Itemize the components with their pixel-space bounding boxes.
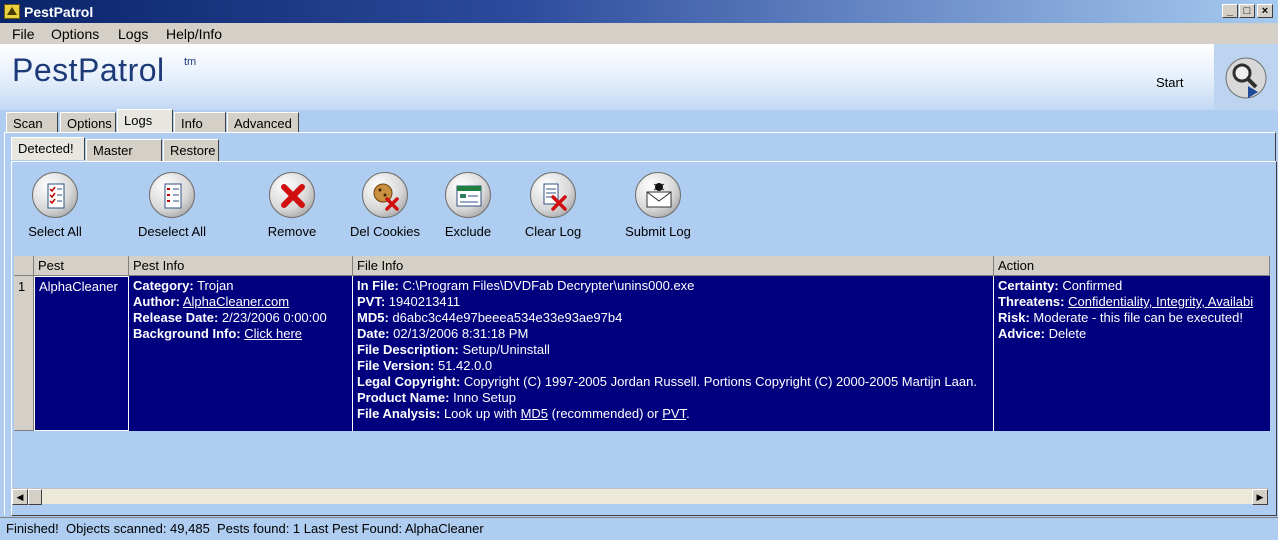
menu-file[interactable]: File (12, 26, 35, 42)
action-certainty-line: Certainty: Confirmed (998, 278, 1123, 293)
cell-action[interactable]: Certainty: Confirmed Threatens: Confiden… (994, 276, 1270, 431)
start-label: Start (1156, 75, 1184, 90)
magnifier-play-icon (1225, 57, 1267, 99)
exclude-label: Exclude (444, 224, 492, 239)
checklist-icon (32, 172, 78, 218)
column-header-file-info[interactable]: File Info (353, 256, 994, 276)
file-in-file-line: In File: C:\Program Files\DVDFab Decrypt… (357, 278, 695, 293)
action-threatens-line: Threatens: Confidentiality, Integrity, A… (998, 294, 1254, 309)
menu-logs[interactable]: Logs (118, 26, 148, 42)
column-header-pest[interactable]: Pest (34, 256, 129, 276)
clear-log-label: Clear Log (524, 224, 582, 239)
submit-log-label: Submit Log (625, 224, 691, 239)
pest-release-line: Release Date: 2/23/2006 0:00:00 (133, 310, 327, 325)
deselect-all-button[interactable]: Deselect All (124, 172, 220, 239)
author-link[interactable]: AlphaCleaner.com (183, 294, 289, 309)
scroll-thumb[interactable] (28, 489, 42, 505)
start-button[interactable] (1214, 44, 1278, 110)
main-area: Scan Options Logs Info Advanced Detected… (0, 109, 1278, 517)
trademark-mark: tm (184, 56, 197, 68)
tab-info[interactable]: Info (174, 112, 226, 134)
clear-log-button[interactable]: Clear Log (505, 172, 601, 239)
select-all-label: Select All (28, 224, 82, 239)
scroll-right-icon[interactable]: ▶ (1252, 489, 1268, 505)
del-cookies-button[interactable]: Del Cookies (337, 172, 433, 239)
select-all-button[interactable]: Select All (7, 172, 103, 239)
file-version-line: File Version: 51.42.0.0 (357, 358, 493, 373)
menu-bar: File Options Logs Help/Info (0, 23, 1278, 44)
pest-category-line: Category: Trojan (133, 278, 234, 293)
column-header-action[interactable]: Action (994, 256, 1270, 276)
tab-options[interactable]: Options (60, 112, 116, 134)
cookie-delete-icon (362, 172, 408, 218)
scroll-left-icon[interactable]: ◀ (12, 489, 28, 505)
cell-pest-info[interactable]: Category: Trojan Author: AlphaCleaner.co… (129, 276, 353, 431)
clear-log-icon (530, 172, 576, 218)
exclude-button[interactable]: Exclude (420, 172, 516, 239)
tab-scan[interactable]: Scan (6, 112, 58, 134)
list-icon (149, 172, 195, 218)
title-bar: PestPatrol _ □ × (0, 0, 1278, 23)
file-copyright-line: Legal Copyright: Copyright (C) 1997-2005… (357, 374, 977, 389)
pvt-link[interactable]: PVT (662, 406, 686, 421)
deselect-all-label: Deselect All (138, 224, 206, 239)
remove-button[interactable]: Remove (244, 172, 340, 239)
action-risk-line: Risk: Moderate - this file can be execut… (998, 310, 1243, 325)
header-banner: PestPatrol tm Start (0, 44, 1278, 110)
del-cookies-label: Del Cookies (349, 224, 421, 239)
action-advice-line: Advice: Delete (998, 326, 1087, 341)
status-state: Finished! (6, 521, 59, 536)
file-analysis-line: File Analysis: Look up with MD5 (recomme… (357, 406, 690, 421)
subtab-restore[interactable]: Restore (163, 139, 219, 161)
background-info-link[interactable]: Click here (244, 326, 302, 341)
app-logo: PestPatrol (12, 52, 165, 88)
subtab-master-log[interactable]: Master Log (86, 139, 162, 173)
file-product-line: Product Name: Inno Setup (357, 390, 516, 405)
file-date-line: Date: 02/13/2006 8:31:18 PM (357, 326, 529, 341)
tab-logs[interactable]: Logs (117, 109, 173, 134)
window-title: PestPatrol (24, 4, 94, 20)
logs-panel: Detected! Master Log Restore Select All … (4, 132, 1277, 516)
tab-advanced[interactable]: Advanced (227, 112, 299, 134)
exclude-window-icon (445, 172, 491, 218)
file-description-line: File Description: Setup/Uninstall (357, 342, 550, 357)
cell-pest[interactable]: AlphaCleaner (34, 276, 129, 431)
menu-options[interactable]: Options (51, 26, 99, 42)
threatens-link[interactable]: Confidentiality, Integrity, Availabi (1068, 294, 1253, 309)
cell-file-info[interactable]: In File: C:\Program Files\DVDFab Decrypt… (353, 276, 994, 431)
horizontal-scrollbar[interactable]: ◀ ▶ (12, 488, 1268, 505)
column-header-pest-info[interactable]: Pest Info (129, 256, 353, 276)
pest-background-line: Background Info: Click here (133, 326, 303, 341)
close-button[interactable]: × (1257, 4, 1273, 18)
status-bar: Finished! Objects scanned: 49,485 Pests … (0, 517, 1278, 540)
md5-link[interactable]: MD5 (521, 406, 548, 421)
red-x-icon (269, 172, 315, 218)
status-objects-scanned: Objects scanned: 49,485 (65, 521, 210, 536)
pest-author-line: Author: AlphaCleaner.com (133, 294, 290, 309)
app-icon (4, 4, 20, 19)
row-header-corner (14, 256, 34, 276)
row-number[interactable]: 1 (14, 276, 34, 431)
file-pvt-line: PVT: 1940213411 (357, 294, 461, 309)
envelope-bug-icon (635, 172, 681, 218)
minimize-button[interactable]: _ (1222, 4, 1238, 18)
file-md5-line: MD5: d6abc3c44e97beeea534e33e93ae97b4 (357, 310, 623, 325)
detected-grid: Pest Pest Info File Info Action 1 AlphaC… (14, 256, 1270, 492)
subtab-detected[interactable]: Detected! (11, 137, 85, 160)
detected-panel: Select All Deselect All Remove Del Cooki… (11, 161, 1277, 516)
submit-log-button[interactable]: Submit Log (610, 172, 706, 239)
menu-help-info[interactable]: Help/Info (166, 26, 222, 42)
maximize-button[interactable]: □ (1239, 4, 1255, 18)
remove-label: Remove (267, 224, 317, 239)
status-pests-found: Pests found: 1 Last Pest Found: AlphaCle… (217, 521, 484, 536)
